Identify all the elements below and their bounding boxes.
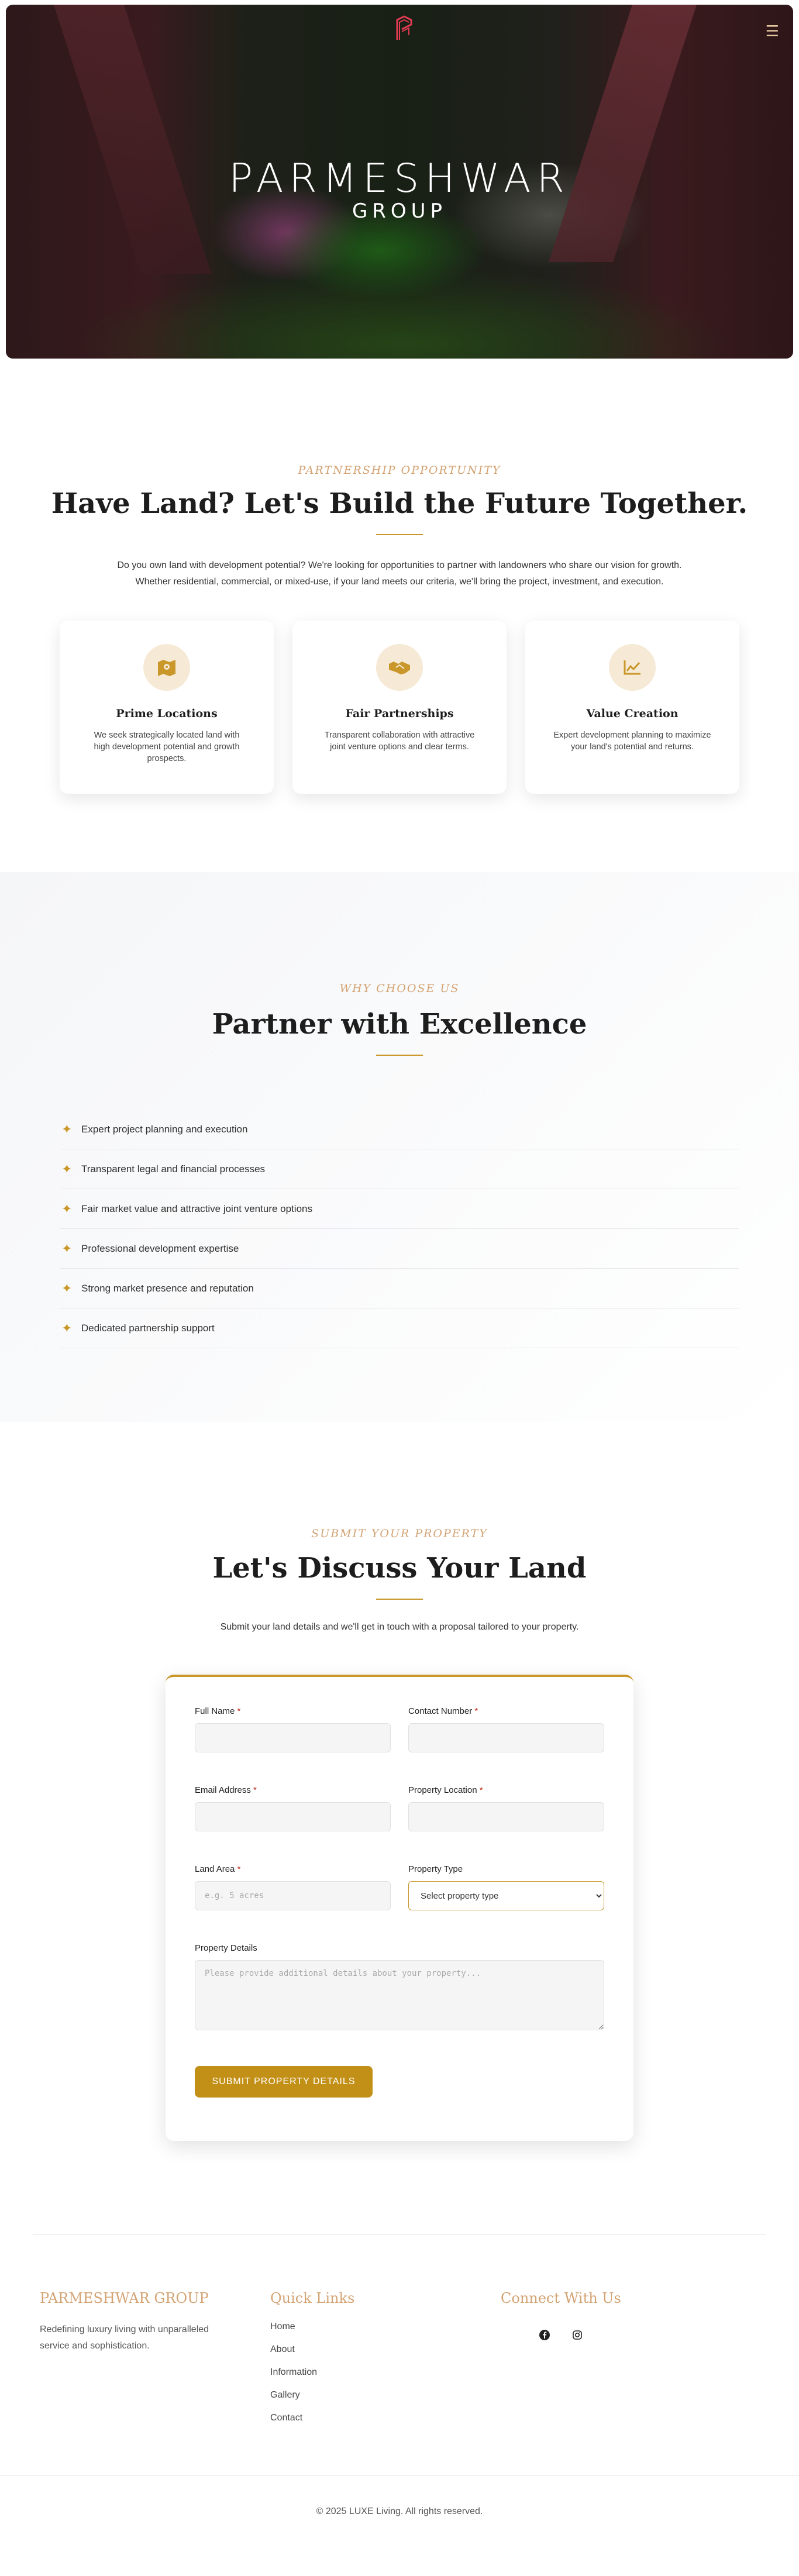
property-location-label: Property Location * — [408, 1785, 483, 1795]
handshake-icon — [376, 644, 423, 691]
hero-brand: PARMESHWAR GROUP — [6, 156, 793, 223]
list-item-text: Transparent legal and financial processe… — [81, 1163, 266, 1175]
submit-property-button[interactable]: SUBMIT PROPERTY DETAILS — [195, 2066, 373, 2098]
footer-tagline: Redefining luxury living with unparallel… — [40, 2324, 209, 2351]
partnership-eyebrow: PARTNERSHIP OPPORTUNITY — [298, 464, 501, 477]
partnership-section: PARTNERSHIP OPPORTUNITY Have Land? Let's… — [0, 359, 799, 872]
property-type-select[interactable]: Select property type — [408, 1881, 604, 1910]
list-item: ✦ Strong market presence and reputation — [60, 1269, 739, 1308]
email-label: Email Address * — [195, 1785, 257, 1795]
benefits-list: ✦ Expert project planning and execution ✦… — [60, 1110, 739, 1348]
card-desc: Expert development planning to maximize … — [553, 731, 711, 752]
logo-mark-icon[interactable] — [394, 14, 415, 42]
card-desc: Transparent collaboration with attractiv… — [324, 731, 475, 752]
partnership-intro: Do you own land with development potenti… — [0, 557, 799, 590]
instagram-icon[interactable] — [570, 2327, 585, 2343]
contact-eyebrow: SUBMIT YOUR PROPERTY — [311, 1527, 488, 1540]
footer-link-gallery[interactable]: Gallery — [270, 2390, 494, 2413]
plus-icon: ✦ — [61, 1320, 73, 1335]
email-input[interactable] — [195, 1802, 391, 1831]
why-section: WHY CHOOSE US Partner with Excellence ✦ E… — [0, 872, 799, 1422]
footer-link-contact[interactable]: Contact — [270, 2413, 494, 2436]
full-name-input[interactable] — [195, 1723, 391, 1752]
plus-icon: ✦ — [61, 1161, 73, 1176]
land-area-input[interactable] — [195, 1881, 391, 1910]
email-group: Email Address * — [195, 1785, 391, 1831]
why-eyebrow: WHY CHOOSE US — [339, 982, 460, 995]
list-item-text: Dedicated partnership support — [81, 1322, 215, 1334]
contact-number-input[interactable] — [408, 1723, 604, 1752]
social-links — [501, 2327, 724, 2343]
footer-link-information[interactable]: Information — [270, 2367, 494, 2390]
divider — [376, 534, 423, 535]
hamburger-menu-icon[interactable]: ☰ — [766, 23, 779, 39]
feature-card-value-creation: Value Creation Expert development planni… — [525, 621, 739, 794]
footer-link-about[interactable]: About — [270, 2344, 494, 2367]
brand-name: PARMESHWAR — [229, 156, 570, 202]
property-details-group: Property Details — [195, 1943, 604, 2033]
footer-links-col: Quick Links Home About Information Galle… — [263, 2290, 494, 2475]
footer: PARMESHWAR GROUP Redefining luxury livin… — [33, 2234, 766, 2475]
full-name-label: Full Name * — [195, 1706, 241, 1716]
list-item: ✦ Fair market value and attractive joint … — [60, 1189, 739, 1229]
list-item-text: Professional development expertise — [81, 1242, 239, 1254]
intro-line: Do you own land with development potenti… — [117, 560, 682, 570]
contact-section: SUBMIT YOUR PROPERTY Let's Discuss Your … — [0, 1422, 799, 2141]
connect-title: Connect With Us — [501, 2290, 621, 2306]
copyright-text: © 2025 LUXE Living. All rights reserved. — [316, 2506, 483, 2516]
map-icon — [143, 644, 190, 691]
quick-links-title: Quick Links — [270, 2290, 355, 2306]
facebook-icon[interactable] — [537, 2327, 552, 2343]
intro-line: Whether residential, commercial, or mixe… — [135, 577, 664, 587]
land-area-group: Land Area * — [195, 1864, 391, 1910]
plus-icon: ✦ — [61, 1121, 73, 1137]
plus-icon: ✦ — [61, 1201, 73, 1216]
chart-line-icon — [609, 644, 656, 691]
property-type-group: Property Type Select property type — [408, 1864, 604, 1910]
footer-link-home[interactable]: Home — [270, 2322, 494, 2344]
property-location-group: Property Location * — [408, 1785, 604, 1831]
list-item: ✦ Professional development expertise — [60, 1229, 739, 1269]
hero-banner: ☰ PARMESHWAR GROUP — [6, 5, 793, 359]
copyright-bar: © 2025 LUXE Living. All rights reserved. — [0, 2475, 799, 2551]
list-item-text: Strong market presence and reputation — [81, 1282, 254, 1294]
property-type-label: Property Type — [408, 1864, 463, 1874]
why-heading: Partner with Excellence — [212, 1008, 587, 1041]
property-details-textarea[interactable] — [195, 1960, 604, 2030]
card-title: Prime Locations — [116, 707, 218, 720]
list-item-text: Fair market value and attractive joint v… — [81, 1203, 312, 1214]
contact-number-label: Contact Number * — [408, 1706, 478, 1716]
list-item-text: Expert project planning and execution — [81, 1123, 248, 1135]
feature-card-fair-partnerships: Fair Partnerships Transparent collaborat… — [292, 621, 507, 794]
full-name-group: Full Name * — [195, 1706, 391, 1752]
property-location-input[interactable] — [408, 1802, 604, 1831]
partnership-heading: Have Land? Let's Build the Future Togeth… — [51, 487, 748, 520]
plus-icon: ✦ — [61, 1241, 73, 1256]
footer-brand-col: PARMESHWAR GROUP Redefining luxury livin… — [33, 2290, 263, 2475]
contact-number-group: Contact Number * — [408, 1706, 604, 1752]
contact-heading: Let's Discuss Your Land — [212, 1552, 587, 1585]
list-item: ✦ Dedicated partnership support — [60, 1308, 739, 1348]
footer-connect-col: Connect With Us — [494, 2290, 724, 2475]
land-area-label: Land Area * — [195, 1864, 241, 1874]
card-desc: We seek strategically located land with … — [94, 731, 240, 763]
list-item: ✦ Transparent legal and financial process… — [60, 1149, 739, 1189]
brand-sub: GROUP — [352, 199, 447, 223]
property-form: Full Name * Contact Number * Email Addre… — [166, 1675, 633, 2141]
divider — [376, 1599, 423, 1600]
plus-icon: ✦ — [61, 1280, 73, 1296]
feature-card-prime-locations: Prime Locations We seek strategically lo… — [60, 621, 274, 794]
property-details-label: Property Details — [195, 1943, 257, 1953]
divider — [376, 1055, 423, 1056]
card-title: Fair Partnerships — [345, 707, 454, 720]
footer-brand: PARMESHWAR GROUP — [40, 2290, 209, 2306]
feature-cards: Prime Locations We seek strategically lo… — [0, 621, 799, 794]
contact-intro: Submit your land details and we'll get i… — [220, 1622, 579, 1632]
card-title: Value Creation — [586, 707, 679, 720]
list-item: ✦ Expert project planning and execution — [60, 1110, 739, 1149]
